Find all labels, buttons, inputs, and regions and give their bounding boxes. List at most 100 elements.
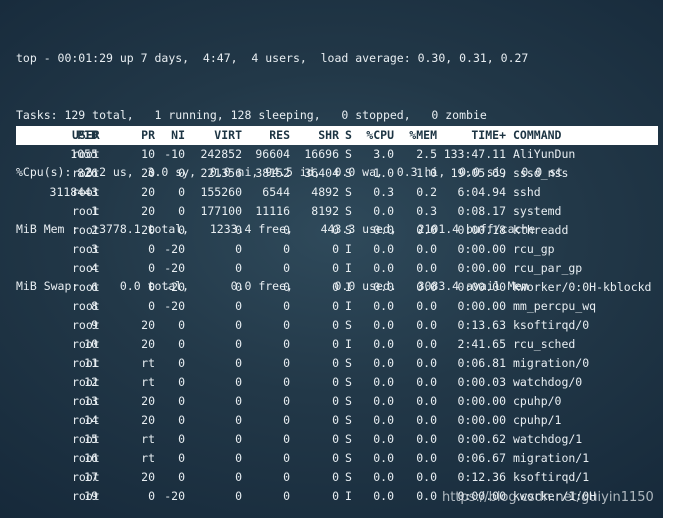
- scrollbar[interactable]: [663, 0, 669, 518]
- cell-command: AliYunDun: [513, 147, 576, 161]
- process-row[interactable]: 3118443 root 20 0 155260 6544 4892 S 0.3 0.2 6:04.…: [0, 183, 669, 202]
- process-row[interactable]: 826 root 20 0 221356 38152 36404 S 1.0 1.0 19:05.6…: [0, 164, 669, 183]
- cell-mem: 0.0: [416, 394, 437, 408]
- col-pr[interactable]: PR: [125, 126, 155, 145]
- cell-mem: 1.0: [416, 166, 437, 180]
- cell-command: rcu_par_gp: [513, 261, 583, 275]
- cell-state: I: [345, 280, 352, 294]
- process-row[interactable]: 10 root 20 0 0 0 0 I 0.0 0.0 2:41.65 rcu_sched: [0, 335, 669, 354]
- col-mem[interactable]: %MEM: [405, 126, 437, 145]
- cell-virt: 0: [235, 394, 242, 408]
- cell-state: S: [345, 166, 352, 180]
- cell-virt: 0: [235, 470, 242, 484]
- cell-pr: 20: [141, 204, 155, 218]
- cell-pr: rt: [141, 451, 155, 465]
- process-row[interactable]: 16 root rt 0 0 0 0 S 0.0 0.0 0:06.67 migration/1: [0, 449, 669, 468]
- col-virt[interactable]: VIRT: [185, 126, 242, 145]
- cell-pr: 20: [141, 394, 155, 408]
- cell-ni: 0: [178, 413, 185, 427]
- cell-state: S: [345, 185, 352, 199]
- cell-state: S: [345, 147, 352, 161]
- cell-mem: 0.0: [416, 470, 437, 484]
- cell-res: 0: [283, 261, 290, 275]
- cell-pr: 20: [141, 470, 155, 484]
- cell-state: S: [345, 356, 352, 370]
- cell-user: root: [72, 470, 100, 484]
- cell-pr: 20: [141, 223, 155, 237]
- cell-time: 0:00.18: [457, 223, 506, 237]
- col-shr[interactable]: SHR: [290, 126, 339, 145]
- cell-cpu: 0.0: [373, 413, 394, 427]
- col-s[interactable]: S: [345, 126, 359, 145]
- cell-user: root: [72, 451, 100, 465]
- cell-mem: 0.0: [416, 318, 437, 332]
- cell-shr: 16696: [304, 147, 339, 161]
- process-row[interactable]: 15 root rt 0 0 0 0 S 0.0 0.0 0:00.62 watchdog/1: [0, 430, 669, 449]
- process-row[interactable]: 1055 root 10 -10 242852 96604 16696 S 3.0 2.5 133:…: [0, 145, 669, 164]
- col-cpu[interactable]: %CPU: [362, 126, 394, 145]
- cell-mem: 0.0: [416, 223, 437, 237]
- process-row[interactable]: 9 root 20 0 0 0 0 S 0.0 0.0 0:13.63 ksoftirqd/0: [0, 316, 669, 335]
- cell-cpu: 3.0: [373, 147, 394, 161]
- cell-state: S: [345, 223, 352, 237]
- process-row[interactable]: 2 root 20 0 0 0 0 S 0.0 0.0 0:00.18 kthreadd: [0, 221, 669, 240]
- process-row[interactable]: 8 root 0 -20 0 0 0 I 0.0 0.0 0:00.00 mm_percpu_wq: [0, 297, 669, 316]
- cell-time: 0:13.63: [457, 318, 506, 332]
- cell-cpu: 0.0: [373, 470, 394, 484]
- cell-cpu: 0.0: [373, 318, 394, 332]
- process-row[interactable]: 4 root 0 -20 0 0 0 I 0.0 0.0 0:00.00 rcu_par_gp: [0, 259, 669, 278]
- process-row[interactable]: 13 root 20 0 0 0 0 S 0.0 0.0 0:00.00 cpuhp/0: [0, 392, 669, 411]
- terminal-window[interactable]: top - 00:01:29 up 7 days, 4:47, 4 users,…: [0, 0, 669, 518]
- cell-state: S: [345, 318, 352, 332]
- cell-time: 0:12.36: [457, 470, 506, 484]
- cell-command: systemd: [513, 204, 562, 218]
- cell-user: root: [72, 166, 100, 180]
- process-table: PID USER PR NI VIRT RES SHR S %CPU %MEM …: [0, 126, 669, 506]
- cell-user: root: [72, 261, 100, 275]
- cell-ni: -10: [164, 147, 185, 161]
- process-row[interactable]: 12 root rt 0 0 0 0 S 0.0 0.0 0:00.03 watchdog/0: [0, 373, 669, 392]
- cell-time: 19:05.69: [450, 166, 506, 180]
- col-user[interactable]: USER: [72, 126, 132, 145]
- cell-res: 96604: [255, 147, 290, 161]
- process-row[interactable]: 3 root 0 -20 0 0 0 I 0.0 0.0 0:00.00 rcu_gp: [0, 240, 669, 259]
- cell-ni: -20: [164, 242, 185, 256]
- cell-mem: 0.0: [416, 280, 437, 294]
- process-row[interactable]: 6 root 0 -20 0 0 0 I 0.0 0.0 0:00.00 kworker/0:0H-k…: [0, 278, 669, 297]
- cell-mem: 0.0: [416, 242, 437, 256]
- process-row[interactable]: 14 root 20 0 0 0 0 S 0.0 0.0 0:00.00 cpuhp/1: [0, 411, 669, 430]
- cell-user: root: [72, 432, 100, 446]
- cell-pr: 0: [148, 242, 155, 256]
- process-row[interactable]: 17 root 20 0 0 0 0 S 0.0 0.0 0:12.36 ksoftirqd/1: [0, 468, 669, 487]
- cell-res: 0: [283, 432, 290, 446]
- cell-command: watchdog/1: [513, 432, 583, 446]
- cell-shr: 4892: [311, 185, 339, 199]
- col-time[interactable]: TIME+: [440, 126, 506, 145]
- cell-command: rcu_gp: [513, 242, 555, 256]
- cell-res: 0: [283, 451, 290, 465]
- process-rows: 1055 root 10 -10 242852 96604 16696 S 3.0 2.5 133:…: [0, 145, 669, 506]
- cell-pr: rt: [141, 356, 155, 370]
- col-res[interactable]: RES: [242, 126, 290, 145]
- cell-time: 0:00.00: [457, 299, 506, 313]
- cell-cpu: 0.0: [373, 242, 394, 256]
- cell-user: root: [72, 147, 100, 161]
- cell-virt: 242852: [200, 147, 242, 161]
- cell-ni: 0: [178, 337, 185, 351]
- cell-pr: 0: [148, 280, 155, 294]
- cell-pr: 20: [141, 166, 155, 180]
- cell-mem: 0.0: [416, 413, 437, 427]
- cell-ni: 0: [178, 394, 185, 408]
- cell-ni: 0: [178, 356, 185, 370]
- cell-ni: 0: [178, 185, 185, 199]
- cell-virt: 221356: [200, 166, 242, 180]
- cell-mem: 0.3: [416, 204, 437, 218]
- cell-pr: 20: [141, 185, 155, 199]
- cell-virt: 0: [235, 356, 242, 370]
- process-row[interactable]: 1 root 20 0 177100 11116 8192 S 0.0 0.3 0:08.17 sys…: [0, 202, 669, 221]
- col-command[interactable]: COMMAND: [513, 126, 669, 145]
- cell-ni: 0: [178, 204, 185, 218]
- col-ni[interactable]: NI: [155, 126, 185, 145]
- cell-virt: 0: [235, 375, 242, 389]
- process-row[interactable]: 11 root rt 0 0 0 0 S 0.0 0.0 0:06.81 migration/0: [0, 354, 669, 373]
